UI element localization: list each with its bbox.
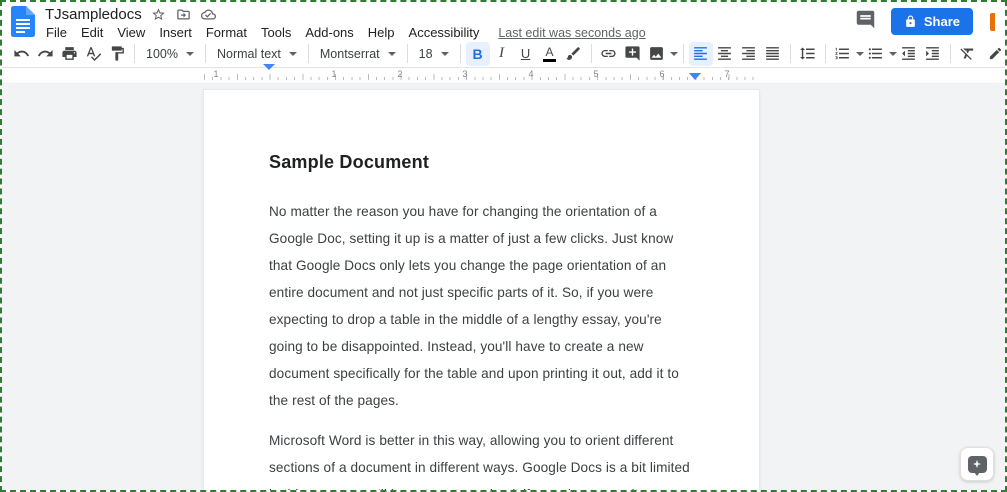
- align-center-button[interactable]: [713, 42, 737, 66]
- text-color-button[interactable]: A: [538, 42, 562, 66]
- chevron-down-icon: [387, 51, 396, 56]
- ruler-number: 7: [724, 69, 730, 79]
- paragraph[interactable]: No matter the reason you have for changi…: [269, 198, 694, 414]
- header: TJsampledocs File Edit View Insert Forma…: [2, 2, 1005, 40]
- ruler-number: 1: [213, 69, 219, 79]
- italic-button[interactable]: I: [490, 42, 514, 66]
- document-heading[interactable]: Sample Document: [269, 152, 694, 173]
- align-justify-button[interactable]: [761, 42, 785, 66]
- insert-link-button[interactable]: [597, 42, 621, 66]
- pencil-icon: [989, 47, 1001, 60]
- insert-image-group: [645, 42, 678, 66]
- insert-image-button[interactable]: [645, 42, 669, 66]
- ruler-number: 1: [331, 69, 337, 79]
- color-swatch: [543, 58, 557, 62]
- line-spacing-button[interactable]: [796, 42, 820, 66]
- ruler-number: 4: [528, 69, 534, 79]
- numbered-list-button[interactable]: [831, 42, 855, 66]
- ruler-number: 5: [593, 69, 599, 79]
- redo-button[interactable]: [33, 42, 57, 66]
- share-label: Share: [923, 14, 960, 29]
- menu-accessibility[interactable]: Accessibility: [402, 25, 487, 40]
- increase-indent-button[interactable]: [921, 42, 945, 66]
- chevron-down-icon: [288, 51, 297, 56]
- menu-addons[interactable]: Add-ons: [298, 25, 360, 40]
- star-icon[interactable]: [151, 6, 167, 22]
- google-docs-window: TJsampledocs File Edit View Insert Forma…: [0, 0, 1007, 492]
- chevron-down-icon[interactable]: [888, 51, 897, 56]
- zoom-select[interactable]: 100%: [140, 42, 200, 66]
- bulleted-list-group: [864, 42, 897, 66]
- print-button[interactable]: [57, 42, 81, 66]
- menu-help[interactable]: Help: [361, 25, 402, 40]
- font-family-select[interactable]: Montserrat: [314, 42, 402, 66]
- toolbar: 100% Normal text Montserrat 18 B I U A: [2, 40, 1005, 68]
- clear-formatting-button[interactable]: [956, 42, 980, 66]
- ruler-number: 6: [659, 69, 665, 79]
- explore-icon: [967, 455, 987, 473]
- lock-icon: [906, 15, 915, 27]
- style-value: Normal text: [216, 46, 281, 61]
- avatar[interactable]: [990, 12, 995, 31]
- document-title[interactable]: TJsampledocs: [45, 6, 142, 23]
- cloud-saved-icon[interactable]: [201, 6, 217, 22]
- explore-button[interactable]: [960, 447, 994, 481]
- document-page[interactable]: Sample Document No matter the reason you…: [203, 89, 760, 490]
- share-button[interactable]: Share: [890, 8, 973, 35]
- docs-logo-icon[interactable]: [11, 6, 35, 37]
- underline-button[interactable]: U: [514, 42, 538, 66]
- menu-bar: File Edit View Insert Format Tools Add-o…: [45, 24, 646, 41]
- align-left-button[interactable]: [688, 41, 713, 66]
- numbered-list-group: [831, 42, 864, 66]
- highlight-color-button[interactable]: [562, 42, 586, 66]
- header-right: Share: [855, 5, 995, 35]
- menu-file[interactable]: File: [45, 25, 74, 40]
- menu-edit[interactable]: Edit: [74, 25, 110, 40]
- title-block: TJsampledocs File Edit View Insert Forma…: [45, 5, 646, 41]
- menu-view[interactable]: View: [110, 25, 152, 40]
- spellcheck-button[interactable]: [81, 42, 105, 66]
- move-to-folder-icon[interactable]: [176, 6, 192, 22]
- toolbar-right: Editing: [980, 42, 1005, 66]
- menu-tools[interactable]: Tools: [254, 25, 298, 40]
- decrease-indent-button[interactable]: [897, 42, 921, 66]
- document-canvas: Sample Document No matter the reason you…: [2, 84, 1005, 490]
- comment-history-icon[interactable]: [855, 9, 876, 35]
- bold-button[interactable]: B: [465, 41, 490, 66]
- chevron-down-icon[interactable]: [669, 51, 678, 56]
- bulleted-list-button[interactable]: [864, 42, 888, 66]
- ruler-number: 3: [462, 69, 468, 79]
- font-size-value: 18: [418, 46, 433, 61]
- font-size-select[interactable]: 18: [413, 42, 455, 66]
- font-value: Montserrat: [319, 46, 380, 61]
- chevron-down-icon: [440, 51, 449, 56]
- zoom-value: 100%: [146, 46, 178, 61]
- paint-format-button[interactable]: [105, 42, 129, 66]
- ruler-number: 2: [397, 69, 403, 79]
- chevron-down-icon[interactable]: [855, 51, 864, 56]
- paragraph[interactable]: Microsoft Word is better in this way, al…: [269, 427, 694, 490]
- editing-mode-select[interactable]: Editing: [980, 42, 1005, 66]
- right-indent-marker[interactable]: [689, 73, 701, 80]
- ruler: 1 1 2 3 4 5 6 7: [2, 64, 1005, 87]
- undo-button[interactable]: [9, 42, 33, 66]
- paragraph-style-select[interactable]: Normal text: [211, 42, 303, 66]
- align-right-button[interactable]: [737, 42, 761, 66]
- chevron-down-icon: [185, 51, 194, 56]
- add-comment-button[interactable]: [621, 42, 645, 66]
- last-edit-link[interactable]: Last edit was seconds ago: [498, 26, 645, 40]
- menu-format[interactable]: Format: [199, 25, 254, 40]
- menu-insert[interactable]: Insert: [152, 25, 199, 40]
